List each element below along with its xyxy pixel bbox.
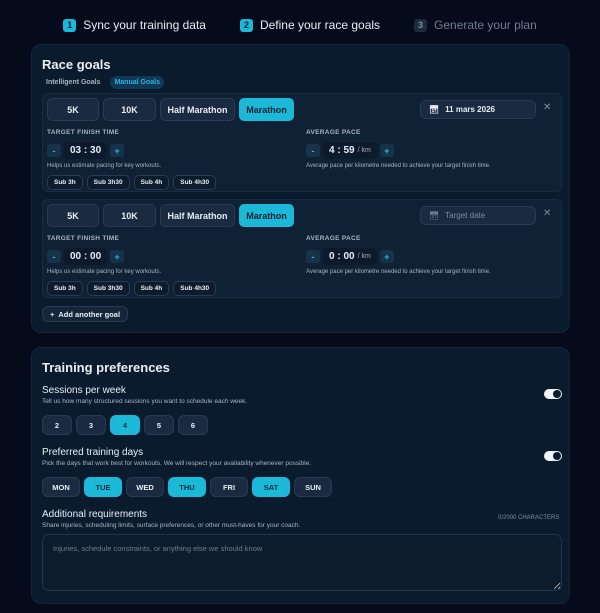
finish-time-value[interactable]: 00 : 00 bbox=[64, 248, 108, 265]
increase-button[interactable]: + bbox=[379, 250, 394, 263]
decrease-button[interactable]: - bbox=[306, 144, 320, 157]
finish-hint: Helps us estimate pacing for key workout… bbox=[47, 269, 162, 275]
stepper: 1 Sync your training data 2 Define your ra… bbox=[0, 18, 600, 32]
finish-preset-chip[interactable]: Sub 3h30 bbox=[86, 281, 130, 296]
day-option[interactable]: FRI bbox=[210, 477, 248, 497]
add-goal-button[interactable]: + Add another goal bbox=[42, 306, 129, 322]
pace-stepper: -4 : 59/ km + bbox=[306, 142, 394, 159]
plus-icon: + bbox=[50, 309, 55, 319]
day-option[interactable]: MON bbox=[42, 477, 80, 497]
distance-option[interactable]: 10K bbox=[103, 204, 156, 227]
pace-hint: Average pace per kilometre needed to ach… bbox=[306, 269, 491, 275]
additional-sub: Share injuries, scheduling limits, surfa… bbox=[42, 522, 301, 529]
days-sub: Pick the days that work best for workout… bbox=[42, 460, 312, 467]
day-option[interactable]: TUE bbox=[84, 477, 122, 497]
finish-preset-chip[interactable]: Sub 4h30 bbox=[173, 281, 217, 296]
distance-option[interactable]: Half Marathon bbox=[160, 98, 235, 121]
race-date-picker[interactable]: 📅︎ Target date bbox=[420, 206, 536, 225]
distance-option[interactable]: 5K bbox=[47, 98, 99, 121]
finish-preset-chip[interactable]: Sub 4h30 bbox=[173, 175, 217, 190]
finish-preset-chip[interactable]: Sub 3h bbox=[47, 281, 83, 296]
increase-button[interactable]: + bbox=[379, 144, 394, 157]
finish-hint: Helps us estimate pacing for key workout… bbox=[47, 163, 162, 169]
increase-button[interactable]: + bbox=[110, 250, 125, 263]
race-goals-card: Race goals Intelligent Goals Manual Goal… bbox=[31, 44, 570, 333]
decrease-button[interactable]: - bbox=[306, 250, 320, 263]
race-date-picker[interactable]: 📅︎ 11 mars 2026 bbox=[420, 100, 536, 119]
session-count-option[interactable]: 2 bbox=[42, 415, 72, 435]
pace-label: AVERAGE PACE bbox=[306, 235, 361, 242]
race-goals-title: Race goals bbox=[42, 57, 111, 72]
day-option[interactable]: SAT bbox=[252, 477, 290, 497]
pace-value[interactable]: 0 : 00/ km bbox=[323, 248, 377, 265]
calendar-icon: 📅︎ bbox=[429, 105, 440, 114]
manual-goals-tab[interactable]: Manual Goals bbox=[110, 76, 164, 89]
day-option[interactable]: SUN bbox=[294, 477, 332, 497]
increase-button[interactable]: + bbox=[110, 144, 125, 157]
finish-preset-chip[interactable]: Sub 4h bbox=[133, 175, 170, 190]
goal-block: 5K 10K Half Marathon Marathon 📅︎ Target date… bbox=[42, 199, 562, 298]
distance-selector: 5K 10K Half Marathon Marathon bbox=[47, 98, 294, 121]
finish-time-label: TARGET FINISH TIME bbox=[47, 129, 120, 136]
day-option[interactable]: WED bbox=[126, 477, 164, 497]
finish-time-stepper: -03 : 30 + bbox=[47, 142, 125, 159]
finish-time-value[interactable]: 03 : 30 bbox=[64, 142, 108, 159]
calendar-icon: 📅︎ bbox=[429, 211, 440, 220]
training-preferences-card: Training preferences Sessions per week T… bbox=[31, 347, 570, 604]
finish-time-stepper: -00 : 00 + bbox=[47, 248, 125, 265]
goal-mode-toggle: Intelligent Goals Manual Goals bbox=[42, 76, 164, 89]
finish-preset-chip[interactable]: Sub 4h bbox=[133, 281, 170, 296]
goal-block: 5K 10K Half Marathon Marathon 📅︎ 11 mars 202… bbox=[42, 93, 562, 192]
sessions-title: Sessions per week bbox=[42, 385, 126, 396]
distance-option[interactable]: Marathon bbox=[239, 204, 294, 227]
distance-selector: 5K 10K Half Marathon Marathon bbox=[47, 204, 294, 227]
distance-option[interactable]: Marathon bbox=[239, 98, 294, 121]
pace-stepper: -0 : 00/ km + bbox=[306, 248, 394, 265]
pace-value[interactable]: 4 : 59/ km bbox=[323, 142, 377, 159]
session-count-option[interactable]: 3 bbox=[76, 415, 106, 435]
session-count-option[interactable]: 5 bbox=[144, 415, 174, 435]
pace-hint: Average pace per kilometre needed to ach… bbox=[306, 163, 491, 169]
days-toggle[interactable] bbox=[544, 451, 562, 461]
distance-option[interactable]: 5K bbox=[47, 204, 99, 227]
additional-title: Additional requirements bbox=[42, 509, 148, 520]
finish-preset-chip[interactable]: Sub 3h bbox=[47, 175, 83, 190]
session-count-option[interactable]: 4 bbox=[110, 415, 140, 435]
intelligent-goals-tab[interactable]: Intelligent Goals bbox=[42, 76, 104, 89]
remove-goal-icon[interactable]: ✕ bbox=[543, 208, 551, 219]
distance-option[interactable]: 10K bbox=[103, 98, 156, 121]
finish-time-label: TARGET FINISH TIME bbox=[47, 235, 120, 242]
decrease-button[interactable]: - bbox=[47, 144, 61, 157]
step-2[interactable]: 2 Define your race goals bbox=[239, 18, 380, 32]
sessions-sub: Tell us how many structured sessions you… bbox=[42, 398, 248, 405]
finish-preset-chip[interactable]: Sub 3h30 bbox=[86, 175, 130, 190]
training-preferences-title: Training preferences bbox=[42, 360, 170, 375]
pace-label: AVERAGE PACE bbox=[306, 129, 361, 136]
additional-requirements-input[interactable] bbox=[42, 534, 562, 591]
step-1[interactable]: 1 Sync your training data bbox=[63, 18, 206, 32]
days-title: Preferred training days bbox=[42, 447, 144, 458]
character-counter: 0/2000 CHARACTERS bbox=[498, 515, 560, 521]
remove-goal-icon[interactable]: ✕ bbox=[543, 102, 551, 113]
sessions-toggle[interactable] bbox=[544, 389, 562, 399]
day-option[interactable]: THU bbox=[168, 477, 206, 497]
distance-option[interactable]: Half Marathon bbox=[160, 204, 235, 227]
decrease-button[interactable]: - bbox=[47, 250, 61, 263]
step-3[interactable]: 3 Generate your plan bbox=[414, 18, 537, 32]
session-count-option[interactable]: 6 bbox=[178, 415, 208, 435]
